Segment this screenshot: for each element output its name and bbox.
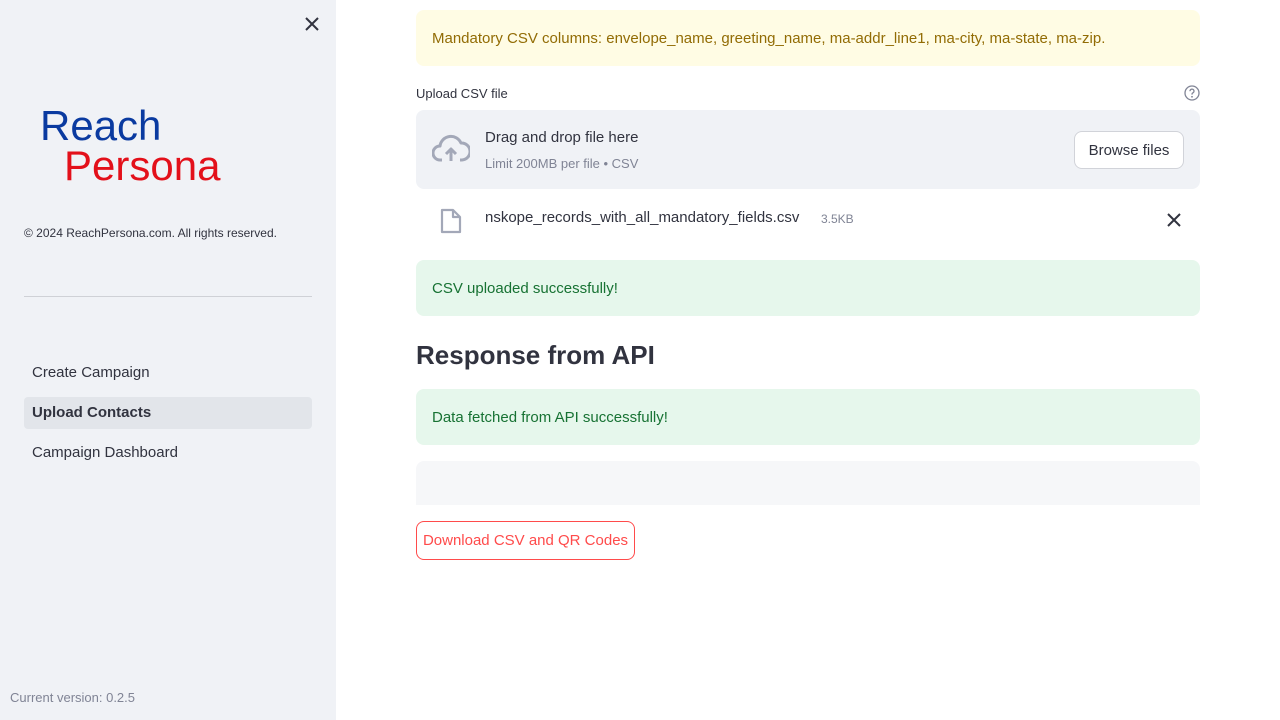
file-size: 3.5KB bbox=[821, 212, 854, 226]
sidebar-item-upload-contacts[interactable]: Upload Contacts bbox=[24, 397, 312, 429]
upload-success-alert: CSV uploaded successfully! bbox=[416, 260, 1200, 316]
svg-text:Persona: Persona bbox=[64, 142, 221, 184]
version-label: Current version: 0.2.5 bbox=[10, 690, 136, 705]
browse-files-button[interactable]: Browse files bbox=[1074, 131, 1184, 169]
sidebar-nav: Create Campaign Upload Contacts Campaign… bbox=[24, 357, 312, 477]
dropzone-title: Drag and drop file here bbox=[485, 129, 639, 146]
sidebar-item-create-campaign[interactable]: Create Campaign bbox=[24, 357, 312, 389]
api-response-box bbox=[416, 461, 1200, 505]
uploaded-file-row: nskope_records_with_all_mandatory_fields… bbox=[416, 198, 1200, 242]
close-icon bbox=[1167, 213, 1181, 227]
sidebar: Reach Persona © 2024 ReachPersona.com. A… bbox=[0, 0, 336, 720]
close-icon bbox=[305, 17, 319, 31]
file-icon bbox=[440, 208, 462, 234]
sidebar-close-button[interactable] bbox=[300, 12, 324, 36]
file-dropzone[interactable]: Drag and drop file here Limit 200MB per … bbox=[416, 110, 1200, 189]
reachpersona-logo: Reach Persona bbox=[40, 104, 221, 184]
download-csv-qr-button[interactable]: Download CSV and QR Codes bbox=[416, 521, 635, 560]
copyright-text: © 2024 ReachPersona.com. All rights rese… bbox=[24, 226, 277, 240]
cloud-upload-icon bbox=[432, 134, 470, 162]
help-circle-icon[interactable] bbox=[1184, 85, 1200, 101]
warning-text: Mandatory CSV columns: envelope_name, gr… bbox=[432, 29, 1106, 47]
section-title: Response from API bbox=[416, 340, 655, 370]
remove-file-button[interactable] bbox=[1164, 210, 1184, 230]
api-success-alert: Data fetched from API successfully! bbox=[416, 389, 1200, 445]
sidebar-divider bbox=[24, 296, 312, 297]
upload-success-text: CSV uploaded successfully! bbox=[432, 279, 618, 297]
dropzone-limit: Limit 200MB per file • CSV bbox=[485, 156, 639, 171]
mandatory-columns-warning: Mandatory CSV columns: envelope_name, gr… bbox=[416, 10, 1200, 66]
api-success-text: Data fetched from API successfully! bbox=[432, 408, 668, 426]
sidebar-item-campaign-dashboard[interactable]: Campaign Dashboard bbox=[24, 437, 312, 469]
upload-label: Upload CSV file bbox=[416, 86, 508, 101]
file-name: nskope_records_with_all_mandatory_fields… bbox=[485, 209, 800, 226]
